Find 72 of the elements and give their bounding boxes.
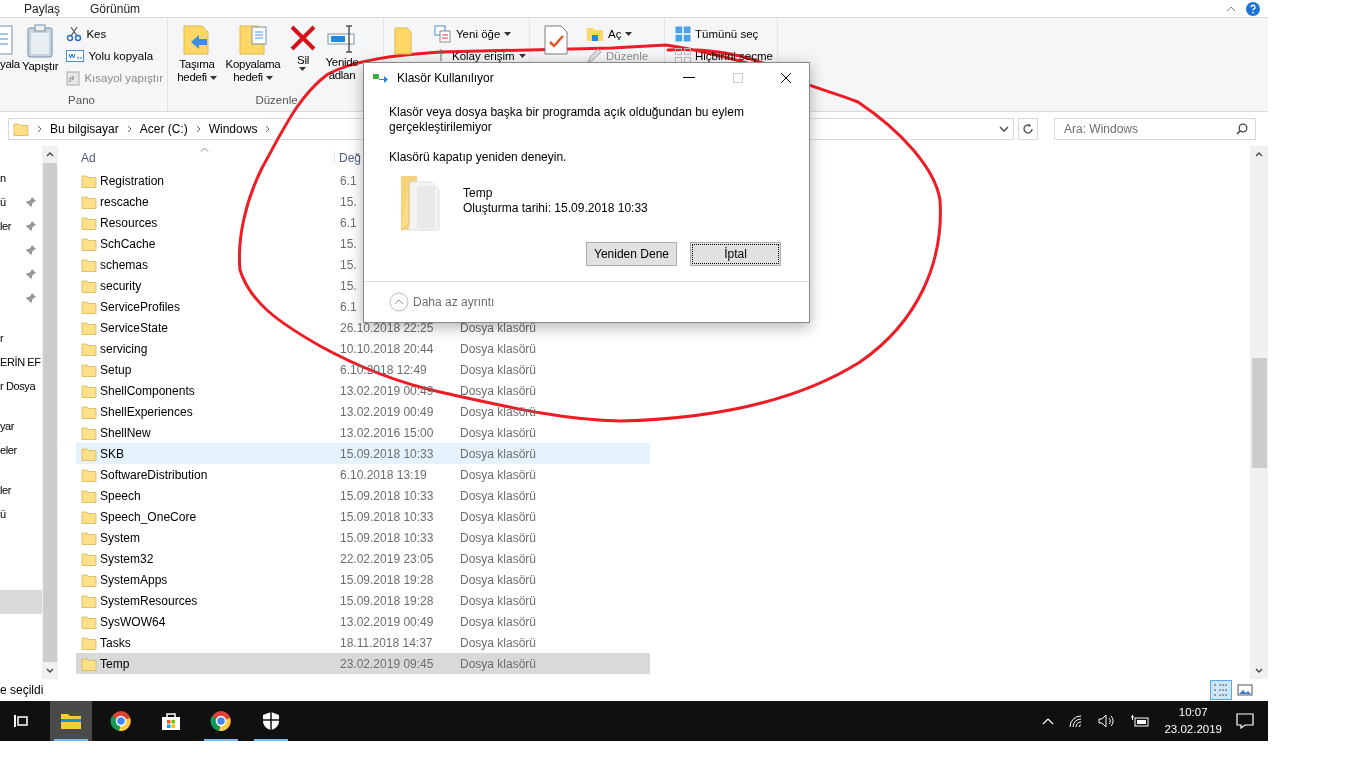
dialog-hint: Klasörü kapatıp yeniden deneyin. [389, 150, 568, 164]
type-cell: Dosya klasörü [460, 362, 537, 377]
file-name: SysWOW64 [100, 614, 166, 629]
date-cell: 13.02.2019 00:49 [340, 383, 434, 398]
file-name: SoftwareDistribution [100, 467, 208, 482]
date-cell: 10.10.2018 20:44 [340, 341, 434, 356]
date-cell: 13.02.2016 15:00 [340, 425, 434, 440]
file-name: System32 [100, 551, 154, 566]
group-label: Pano [68, 94, 95, 108]
file-name: Temp [463, 186, 494, 201]
type-cell: Dosya klasörü [460, 467, 537, 482]
date-cell: 15.09.2018 10:33 [340, 530, 434, 545]
file-name: SystemResources [100, 593, 198, 608]
type-cell: Dosya klasörü [460, 383, 537, 398]
type-cell: Dosya klasörü [460, 635, 537, 650]
type-cell: Dosya klasörü [460, 551, 537, 566]
file-name: ServiceProfiles [100, 299, 181, 314]
file-name: Tasks [100, 635, 131, 650]
date-cell: 23.02.2019 09:45 [340, 656, 434, 671]
date-cell: 6.1 [340, 215, 357, 230]
type-cell: Dosya klasörü [460, 572, 537, 587]
date-cell: 15.09.2018 19:28 [340, 572, 434, 587]
file-name: servicing [100, 341, 148, 356]
type-cell: Dosya klasörü [460, 404, 537, 419]
file-name: Setup [100, 362, 132, 377]
date-cell: 13.02.2019 00:49 [340, 614, 434, 629]
type-cell: Dosya klasörü [460, 341, 537, 356]
date-cell: 15.09.2018 10:33 [340, 488, 434, 503]
file-name: System [100, 530, 140, 545]
date-cell: 6.1 [340, 173, 357, 188]
date-cell: 18.11.2018 14:37 [340, 635, 433, 650]
dialog-message: Klasör veya dosya başka bir programda açık olduğundan bu eylem gerçekleştirilemiyor [389, 105, 745, 135]
file-name: ShellComponents [100, 383, 195, 398]
file-name: ShellNew [100, 425, 151, 440]
type-cell: Dosya klasörü [460, 530, 537, 545]
date-cell: 15. [340, 257, 357, 272]
file-name: rescache [100, 194, 149, 209]
file-name: Speech [100, 488, 141, 503]
date-cell: 15. [340, 236, 357, 251]
file-detail: Oluşturma tarihi: 15.09.2018 10:33 [463, 201, 648, 216]
file-name: SchCache [100, 236, 156, 251]
status-text: e seçildi [0, 683, 44, 697]
file-name: ServiceState [100, 320, 169, 335]
group-label: Düzenle [255, 94, 298, 108]
date-cell: 13.02.2019 00:49 [340, 404, 434, 419]
type-cell: Dosya klasörü [460, 425, 537, 440]
type-cell: Dosya klasörü [460, 656, 537, 671]
file-name: ShellExperiences [100, 404, 193, 419]
type-cell: Dosya klasörü [460, 509, 537, 524]
file-name: Resources [100, 215, 158, 230]
file-name: Speech_OneCore [100, 509, 197, 524]
file-name: Registration [100, 173, 165, 188]
date-cell: 26.10.2018 22:25 [340, 320, 434, 335]
file-name: SKB [100, 446, 124, 461]
file-name: Temp [100, 656, 130, 671]
type-cell: Dosya klasörü [460, 320, 537, 335]
date-cell: 15.09.2018 10:33 [340, 509, 434, 524]
file-name: security [100, 278, 142, 293]
date-cell: 6.10.2018 13:19 [340, 467, 427, 482]
type-cell: Dosya klasörü [460, 593, 537, 608]
date-cell: 15.09.2018 10:33 [340, 446, 434, 461]
date-cell: 15.09.2018 19:28 [340, 593, 434, 608]
date-cell: 15. [340, 278, 357, 293]
type-cell: Dosya klasörü [460, 488, 537, 503]
date-cell: 6.1 [340, 299, 357, 314]
type-cell: Dosya klasörü [460, 446, 537, 461]
dialog-title: Klasör Kullanılıyor [397, 71, 494, 85]
file-name: schemas [100, 257, 149, 272]
file-name: SystemApps [100, 572, 168, 587]
date-cell: 15. [340, 194, 357, 209]
type-cell: Dosya klasörü [460, 614, 537, 629]
date-cell: 22.02.2019 23:05 [340, 551, 434, 566]
